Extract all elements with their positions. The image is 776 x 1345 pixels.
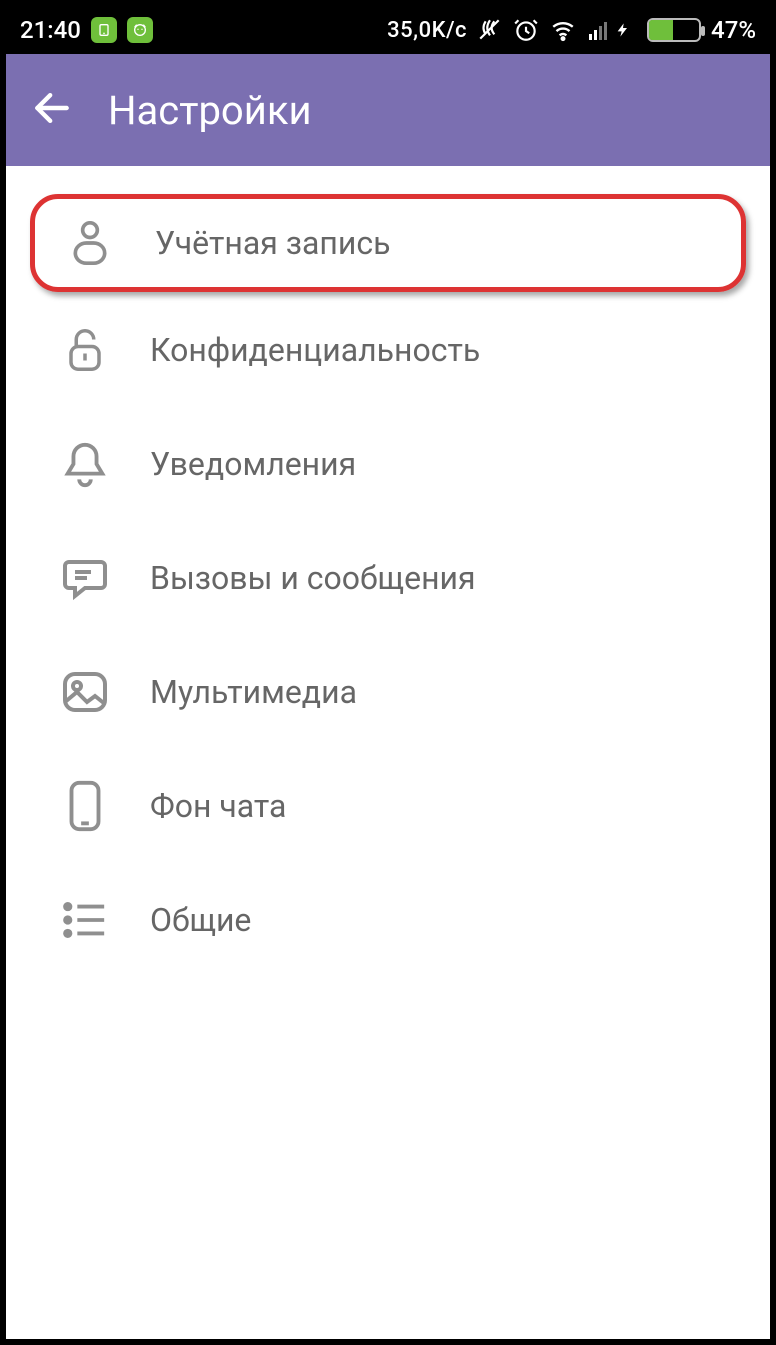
lock-icon — [60, 325, 110, 375]
charging-icon — [615, 17, 631, 43]
settings-item-calls-messages[interactable]: Вызовы и сообщения — [30, 522, 746, 634]
bell-icon — [60, 439, 110, 489]
settings-item-label: Общие — [150, 901, 251, 939]
status-right: 35,0K/с 47% — [387, 16, 756, 44]
settings-item-label: Фон чата — [150, 787, 286, 825]
status-time: 21:40 — [20, 16, 81, 44]
device-frame: 21:40 35,0K/с — [0, 0, 776, 1345]
settings-item-notifications[interactable]: Уведомления — [30, 408, 746, 520]
app-badge-icon-1 — [91, 17, 117, 43]
settings-item-privacy[interactable]: Конфиденциальность — [30, 294, 746, 406]
battery-percent: 47% — [711, 16, 756, 44]
phone-device-icon — [60, 779, 110, 833]
person-icon — [65, 219, 115, 267]
settings-item-account[interactable]: Учётная запись — [35, 199, 741, 287]
settings-item-label: Мультимедиа — [150, 673, 357, 711]
alarm-icon — [513, 17, 539, 43]
dnd-icon — [477, 17, 503, 43]
page-title: Настройки — [108, 87, 312, 134]
settings-list: Учётная запись Конфиденциальность Уведом… — [6, 166, 770, 976]
status-bar: 21:40 35,0K/с — [6, 6, 770, 54]
app-header: Настройки — [6, 54, 770, 166]
back-button[interactable] — [30, 86, 74, 134]
settings-item-label: Уведомления — [150, 445, 356, 483]
image-icon — [60, 669, 110, 715]
settings-item-general[interactable]: Общие — [30, 864, 746, 976]
wifi-icon — [549, 17, 577, 43]
settings-item-chat-background[interactable]: Фон чата — [30, 750, 746, 862]
status-left: 21:40 — [20, 16, 153, 44]
settings-item-label: Учётная запись — [155, 224, 390, 262]
signal-icon — [587, 18, 611, 42]
settings-item-media[interactable]: Мультимедиа — [30, 636, 746, 748]
list-icon — [60, 900, 110, 940]
app-badge-icon-2 — [127, 17, 153, 43]
highlight-box: Учётная запись — [30, 194, 746, 292]
network-speed: 35,0K/с — [387, 18, 467, 43]
settings-item-label: Конфиденциальность — [150, 331, 480, 369]
chat-icon — [60, 554, 110, 602]
battery-icon — [647, 18, 701, 42]
settings-item-label: Вызовы и сообщения — [150, 559, 476, 597]
